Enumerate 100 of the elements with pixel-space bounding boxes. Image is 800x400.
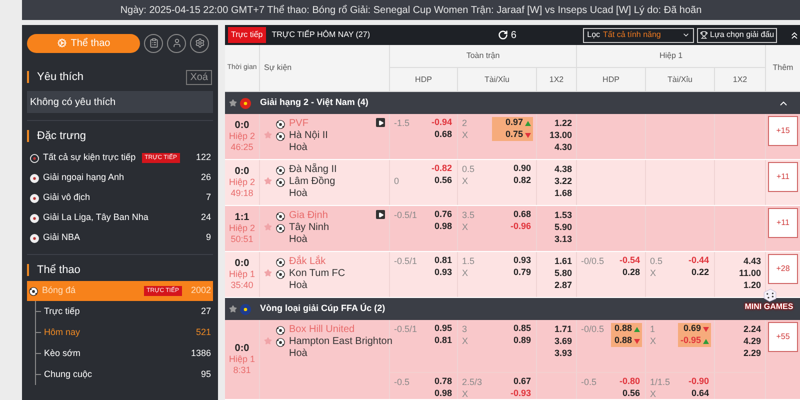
odds-value[interactable]: 0.28 <box>622 266 640 280</box>
odds-value[interactable]: 0.95 <box>434 322 452 336</box>
more-markets-button[interactable]: +15 <box>768 116 798 146</box>
odds-value[interactable]: 0.98 <box>434 220 452 234</box>
odds-value[interactable]: 1.22 <box>554 117 572 129</box>
refresh-icon[interactable] <box>498 30 508 40</box>
odds-value[interactable]: 0.88 <box>614 334 632 348</box>
odds-value[interactable]: 0.78 <box>434 375 452 389</box>
odds-value[interactable]: 0.88 <box>614 322 632 336</box>
sidebar-item[interactable]: Giải NBA 9 <box>27 228 213 248</box>
match-score: 0:0 <box>234 120 250 131</box>
odds-value[interactable]: -0.54 <box>619 254 640 268</box>
under-label: X <box>650 389 656 399</box>
odds-value[interactable]: 0.93 <box>513 254 531 268</box>
favorite-star-icon[interactable] <box>229 305 237 313</box>
odds-value[interactable]: 0.67 <box>513 375 531 389</box>
odds-value[interactable]: 0.68 <box>434 128 452 142</box>
draw-label: Hoà <box>288 280 308 292</box>
odds-value[interactable]: 3.22 <box>554 175 572 187</box>
odds-value[interactable]: 5.90 <box>554 221 572 233</box>
odds-value[interactable]: 0.90 <box>513 162 531 176</box>
favorite-star-icon[interactable] <box>264 269 272 277</box>
odds-value[interactable]: 0.64 <box>691 387 709 400</box>
odds-value[interactable]: 1.71 <box>554 323 572 335</box>
sidebar-item[interactable]: Giải ngoại hạng Anh 26 <box>27 168 213 188</box>
soccer-ball-icon <box>276 178 285 186</box>
settings-icon[interactable] <box>190 34 209 52</box>
odds-value[interactable]: 1.68 <box>554 187 572 199</box>
handicap-line: -0.5 <box>581 377 597 387</box>
mini-games-widget[interactable]: MINI GAMES <box>740 288 798 311</box>
odds-value[interactable]: 1.61 <box>554 255 572 267</box>
odds-value[interactable]: 2.24 <box>743 323 761 335</box>
team-name: Gia Định <box>289 210 328 222</box>
soccer-ball-icon <box>29 286 38 296</box>
draw-label: Hoà <box>288 188 308 200</box>
more-markets-button[interactable]: +11 <box>768 162 798 192</box>
odds-value[interactable]: 0.75 <box>505 128 523 142</box>
league-header[interactable]: Vòng loại giải Cúp FFA Úc (2) <box>225 298 705 320</box>
odds-value[interactable]: 5.80 <box>554 267 572 279</box>
sidebar-item[interactable]: Giải vô địch 7 <box>27 188 213 208</box>
odds-value[interactable]: 4.29 <box>743 335 761 347</box>
more-markets-button[interactable]: +55 <box>768 322 798 352</box>
video-button[interactable] <box>376 118 385 127</box>
odds-value[interactable]: 0.69 <box>683 322 701 336</box>
handicap-line: 0.5 <box>650 256 663 266</box>
handicap-line: -0/0.5 <box>581 256 604 266</box>
favorite-star-icon[interactable] <box>264 223 272 231</box>
favorite-star-icon[interactable] <box>229 99 237 107</box>
odds-value[interactable]: 1.20 <box>743 279 761 291</box>
odds-value[interactable]: 3.69 <box>554 335 572 347</box>
tournament-button[interactable]: Lựa chọn giải đấu <box>697 28 778 42</box>
league-logo-icon <box>30 154 39 162</box>
clipboard-icon[interactable] <box>144 34 163 52</box>
sidebar-subitem[interactable]: Trực tiếp 27 <box>36 301 213 322</box>
odds-value[interactable]: 11.00 <box>738 267 761 279</box>
odds-value[interactable]: 0.85 <box>513 322 531 336</box>
sidebar-item[interactable]: Giải La Liga, Tây Ban Nha 24 <box>27 208 213 228</box>
favorite-star-icon[interactable] <box>264 177 272 185</box>
odds-value[interactable]: 4.30 <box>554 141 572 153</box>
sidebar-subitem[interactable]: Hôm nay 521 <box>36 322 213 343</box>
odds-value[interactable]: 0.22 <box>691 266 709 280</box>
odds-value[interactable]: -0.44 <box>688 254 709 268</box>
odds-value[interactable]: 3.13 <box>554 233 572 245</box>
filter-select[interactable]: Lọc Tất cả tính năng <box>583 28 694 42</box>
odds-value[interactable]: 0.56 <box>434 174 452 188</box>
odds-value[interactable]: 0.98 <box>434 387 452 400</box>
odds-value[interactable]: 0.93 <box>434 266 452 280</box>
handicap-line: -1.5 <box>394 118 410 128</box>
more-markets-button[interactable]: +11 <box>768 208 798 238</box>
column-group-header: Toàn trận <box>466 50 500 62</box>
odds-value[interactable]: 0.82 <box>513 174 531 188</box>
soccer-ball-icon <box>276 270 285 278</box>
odds-value[interactable]: 1.53 <box>554 209 572 221</box>
odds-value[interactable]: 2.87 <box>554 279 572 291</box>
sidebar-subitem[interactable]: Chung cuộc 95 <box>36 364 213 385</box>
odds-value[interactable]: 4.43 <box>743 255 761 267</box>
sidebar-subitem[interactable]: Kèo sớm 1386 <box>36 343 213 364</box>
user-icon[interactable] <box>167 34 186 52</box>
odds-value[interactable]: 0.56 <box>622 387 640 400</box>
odds-value[interactable]: 0.81 <box>434 254 452 268</box>
odds-value[interactable]: 0.79 <box>513 266 531 280</box>
odds-value[interactable]: 3.93 <box>554 347 572 359</box>
favorite-star-icon[interactable] <box>264 337 272 345</box>
collapse-all-icon[interactable] <box>789 30 800 40</box>
odds-value[interactable]: 0.97 <box>505 116 523 130</box>
odds-value[interactable]: 13.00 <box>549 129 572 141</box>
odds-value[interactable]: 4.38 <box>554 163 572 175</box>
odds-value[interactable]: 2.29 <box>743 347 761 359</box>
video-button[interactable] <box>376 210 385 219</box>
more-markets-button[interactable]: +28 <box>768 254 798 284</box>
odds-value[interactable]: 0.68 <box>513 208 531 222</box>
section-title: Đặc trưng <box>37 128 86 144</box>
odds-value[interactable]: -0.82 <box>431 162 452 176</box>
odds-value[interactable]: 0.89 <box>513 334 531 348</box>
soccer-ball-icon <box>276 212 285 220</box>
soccer-ball-icon <box>276 224 285 232</box>
odds-value[interactable]: 0.76 <box>434 208 452 222</box>
odds-value[interactable]: 0.81 <box>434 334 452 348</box>
clear-button[interactable]: Xoá <box>186 70 212 84</box>
favorite-star-icon[interactable] <box>264 131 272 139</box>
